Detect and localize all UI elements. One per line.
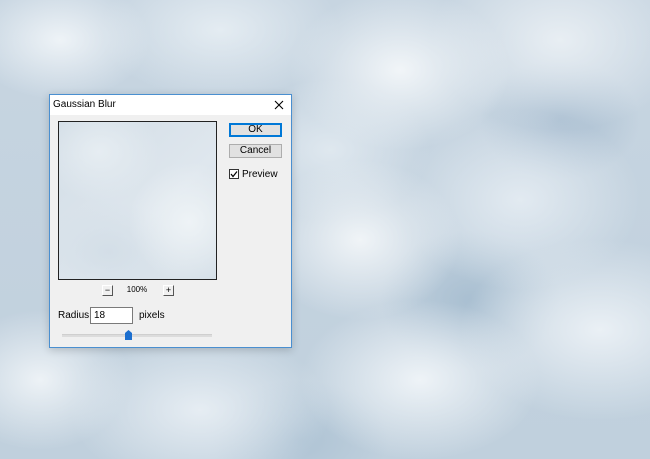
preview-checkbox[interactable] (229, 169, 239, 179)
cancel-button[interactable]: Cancel (229, 144, 282, 158)
ok-button[interactable]: OK (229, 123, 282, 137)
radius-slider-thumb-icon[interactable] (125, 330, 132, 340)
dialog-titlebar[interactable]: Gaussian Blur (50, 95, 291, 115)
dialog-title: Gaussian Blur (53, 99, 116, 110)
preview-label: Preview (242, 169, 278, 180)
radius-unit-label: pixels (139, 310, 165, 321)
zoom-out-button[interactable]: − (102, 285, 113, 296)
zoom-level: 100% (126, 285, 148, 294)
checkmark-icon (230, 171, 238, 178)
close-button[interactable] (271, 97, 287, 113)
gaussian-blur-dialog: Gaussian Blur − 100% + OK Cancel Preview… (49, 94, 292, 348)
zoom-in-button[interactable]: + (163, 285, 174, 296)
close-icon (274, 100, 284, 110)
radius-label: Radius: (58, 310, 92, 321)
radius-input[interactable] (90, 307, 133, 324)
preview-pane[interactable] (58, 121, 217, 280)
radius-slider-track[interactable] (62, 334, 212, 337)
